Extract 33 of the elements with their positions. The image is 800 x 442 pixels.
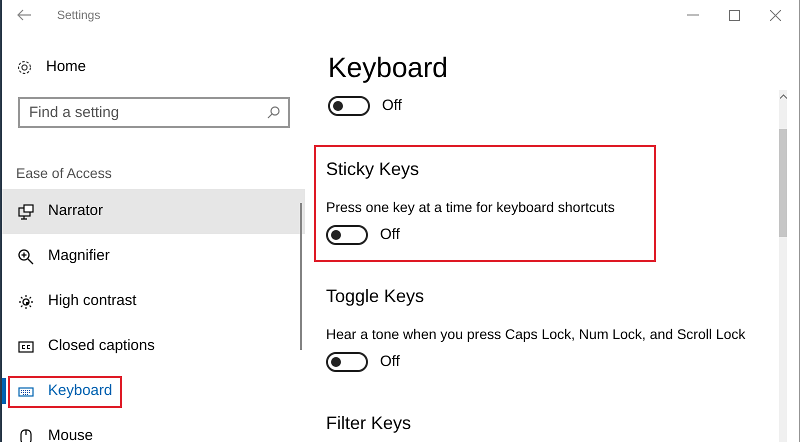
section-description: Hear a tone when you press Caps Lock, Num Lock, and Scroll Lock	[326, 325, 746, 344]
gear-icon[interactable]	[16, 58, 33, 76]
back-icon[interactable]	[16, 9, 32, 21]
sun-icon	[18, 294, 34, 310]
section-title: Sticky Keys	[326, 158, 420, 181]
scrollbar[interactable]	[300, 203, 302, 350]
section-description: Press one key at a time for keyboard shortcuts	[326, 198, 616, 217]
scroll-up-icon[interactable]	[780, 94, 786, 99]
section-title: Filter Keys	[326, 412, 412, 435]
minimize-icon[interactable]	[687, 14, 699, 16]
search-icon[interactable]	[267, 106, 280, 119]
section-heading: Ease of Access	[16, 164, 113, 183]
search-field[interactable]: Find a setting	[18, 97, 290, 128]
monitor-icon	[18, 204, 34, 220]
section-title: Toggle Keys	[326, 285, 426, 308]
scrollbar-thumb[interactable]	[779, 129, 787, 237]
toggle-label: Off	[380, 352, 400, 372]
mouse-icon	[18, 428, 34, 442]
scrollbar[interactable]	[779, 90, 787, 442]
toggle-switch[interactable]	[326, 352, 368, 372]
toggle-switch[interactable]	[328, 96, 370, 116]
home-link[interactable]: Home	[46, 56, 86, 78]
window-title: Settings	[57, 7, 100, 24]
toggle-label: Off	[380, 224, 400, 245]
nav-item[interactable]: Narrator	[2, 189, 305, 234]
close-icon[interactable]	[770, 10, 781, 20]
selection-bar	[2, 378, 6, 404]
maximize-icon[interactable]	[729, 10, 740, 20]
toggle-switch[interactable]	[326, 225, 368, 245]
page-title: Keyboard	[327, 51, 449, 85]
captions-icon	[18, 338, 34, 354]
magnifier-icon	[18, 248, 34, 264]
toggle-label: Off	[382, 96, 402, 116]
